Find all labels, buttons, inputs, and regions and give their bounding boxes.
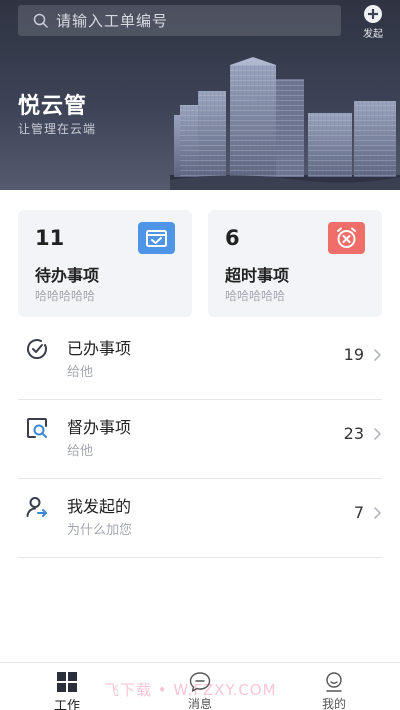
list-item-initiated[interactable]: 我发起的 为什么加您 7 [18,479,382,558]
tab-work[interactable]: 工作 [37,667,97,710]
row-subtitle: 给他 [67,365,94,380]
list-item-supervise[interactable]: 督办事项 给他 23 [18,400,382,479]
row-subtitle: 为什么加您 [67,523,133,538]
user-send-icon [26,497,47,517]
pending-subtitle: 哈哈哈哈哈 [35,289,96,303]
pending-tasks-card[interactable]: 11 待办事项 哈哈哈哈哈 [18,210,192,317]
overdue-count: 6 [225,226,240,250]
search-placeholder: 请输入工单编号 [56,12,169,30]
launch-label: 发起 [363,29,383,40]
tab-label: 工作 [53,699,80,710]
grid-icon [57,672,77,692]
pending-count: 11 [35,226,65,250]
app-screen: 请输入工单编号 发起 悦云管 让管理在云端 11 待办事项 哈哈哈哈哈 6 超时… [0,0,400,710]
chevron-right-icon [374,507,381,519]
tab-label: 我的 [321,697,346,710]
row-title: 我发起的 [67,497,132,516]
search-bar[interactable]: 请输入工单编号 [18,5,341,36]
supervise-search-icon [27,418,47,438]
brand-subtitle: 让管理在云端 [18,122,97,136]
row-subtitle: 给他 [67,444,94,459]
calendar-check-icon [138,222,175,254]
city-skyline-illustration [170,57,400,190]
pending-title: 待办事项 [35,266,100,285]
header-banner: 请输入工单编号 发起 悦云管 让管理在云端 [0,0,400,190]
row-count: 23 [343,424,364,443]
plus-circle-icon [364,5,382,23]
chat-bubble-icon [189,672,211,692]
overdue-subtitle: 哈哈哈哈哈 [225,289,286,303]
row-title: 督办事项 [67,418,132,437]
row-count: 7 [353,503,364,522]
chevron-right-icon [374,349,381,361]
alarm-clock-x-icon [328,222,365,254]
row-count: 19 [343,345,364,364]
row-title: 已办事项 [67,339,132,358]
chevron-right-icon [374,428,381,440]
check-circle-icon [27,339,47,359]
brand-title: 悦云管 [18,94,88,119]
tab-messages[interactable]: 消息 [170,667,230,710]
overdue-tasks-card[interactable]: 6 超时事项 哈哈哈哈哈 [208,210,382,317]
profile-icon [326,672,342,692]
tab-label: 消息 [187,697,212,710]
launch-button[interactable]: 发起 [358,4,388,40]
search-icon [33,13,48,28]
bottom-tab-bar: 飞下载 • W.FZXY.COM 工作 消息 我的 [0,662,400,710]
list-item-done[interactable]: 已办事项 给他 19 [18,321,382,400]
overdue-title: 超时事项 [225,266,290,285]
tab-profile[interactable]: 我的 [304,667,364,710]
